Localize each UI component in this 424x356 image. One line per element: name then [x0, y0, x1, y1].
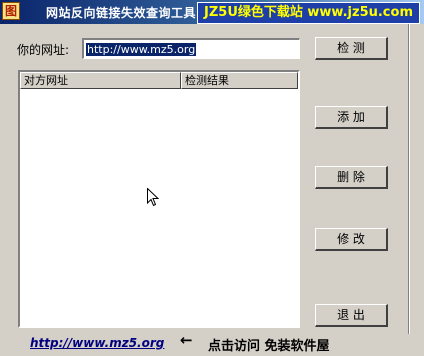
- results-list[interactable]: 对方网址 检测结果: [18, 70, 300, 328]
- column-header-target-url[interactable]: 对方网址: [20, 72, 181, 89]
- delete-button[interactable]: 删 除: [315, 166, 388, 189]
- right-divider: [408, 24, 409, 334]
- mouse-cursor-icon: [147, 188, 159, 207]
- column-header-check-result[interactable]: 检测结果: [181, 72, 298, 89]
- title-bar: 图 网站反向链接失效查询工具 JZ5U绿色下载站 www.jz5u.com: [0, 0, 424, 24]
- app-icon[interactable]: 图: [2, 2, 20, 20]
- list-header: 对方网址 检测结果: [20, 72, 298, 89]
- edit-button[interactable]: 修 改: [315, 228, 388, 251]
- site-watermark: JZ5U绿色下载站 www.jz5u.com: [197, 2, 420, 24]
- url-input-value: http://www.mz5.org: [86, 43, 197, 56]
- url-label: 你的网址:: [17, 43, 70, 57]
- url-input[interactable]: http://www.mz5.org: [82, 38, 300, 59]
- website-link[interactable]: http://www.mz5.org: [30, 336, 164, 350]
- add-button[interactable]: 添 加: [315, 106, 388, 129]
- left-arrow-icon: ←: [180, 331, 193, 349]
- exit-button[interactable]: 退 出: [315, 304, 388, 327]
- footer-hint: 点击访问 免装软件屋: [208, 339, 330, 354]
- check-button[interactable]: 检 测: [315, 37, 388, 60]
- window-title: 网站反向链接失效查询工具: [46, 6, 197, 20]
